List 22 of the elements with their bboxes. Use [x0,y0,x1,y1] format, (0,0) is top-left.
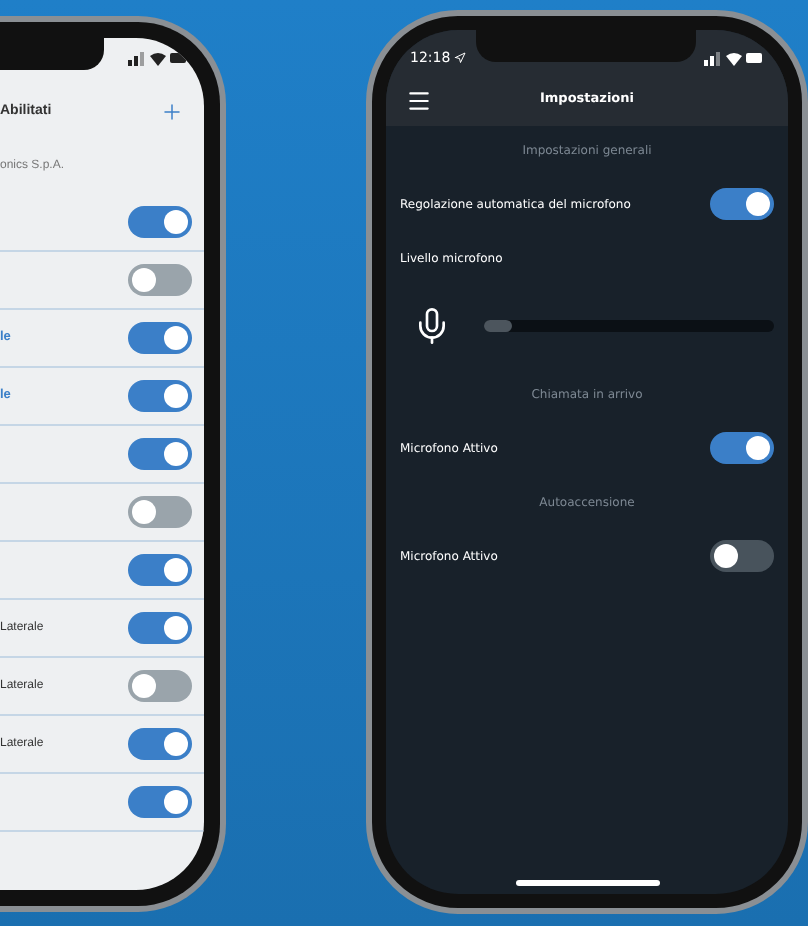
toggle-switch[interactable] [128,496,192,528]
toggle-switch[interactable] [128,554,192,586]
toggle-switch[interactable] [128,322,192,354]
toggle-switch[interactable] [710,432,774,464]
add-icon[interactable] [160,100,184,124]
toggle-switch[interactable] [128,438,192,470]
toggle-switch[interactable] [128,728,192,760]
toggle-switch[interactable] [128,264,192,296]
location-arrow-icon [454,52,467,64]
status-icons [704,50,764,66]
toggle-switch[interactable] [128,670,192,702]
toggle-switch[interactable] [128,380,192,412]
status-icons [128,50,188,66]
toggle-switch[interactable] [128,786,192,818]
menu-icon[interactable] [406,87,432,113]
level-slider[interactable] [484,320,774,332]
toggle-switch[interactable] [128,206,192,238]
slider-thumb[interactable] [484,320,512,332]
toggle-switch[interactable] [710,188,774,220]
toggle-switch[interactable] [710,540,774,572]
home-indicator [515,880,659,886]
toggle-switch[interactable] [128,612,192,644]
